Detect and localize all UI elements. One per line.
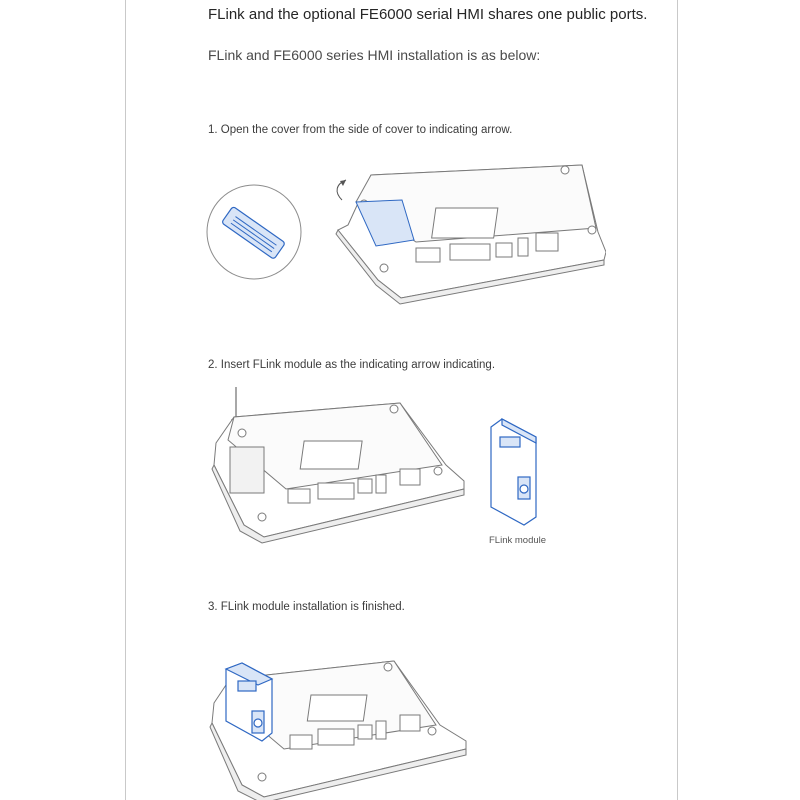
figure-2-caption: FLink module bbox=[489, 535, 547, 546]
figure-step-3 bbox=[209, 660, 467, 800]
cover-zoom-detail bbox=[206, 184, 302, 280]
figure-step-2 bbox=[211, 387, 537, 544]
step-1-text: 1. Open the cover from the side of cover… bbox=[208, 124, 513, 136]
intro-line-2: FLink and FE6000 series HMI installation… bbox=[208, 47, 541, 63]
hmi-panel bbox=[335, 164, 606, 305]
step-2-text: 2. Insert FLink module as the indicating… bbox=[208, 359, 496, 371]
flink-module-drawing bbox=[490, 418, 537, 526]
intro-line-1: FLink and the optional FE6000 serial HMI… bbox=[208, 6, 648, 23]
step-3-text: 3. FLink module installation is finished… bbox=[208, 601, 405, 613]
hmi-panel bbox=[211, 402, 465, 544]
figure-step-1 bbox=[206, 164, 606, 305]
document-page: FLink and the optional FE6000 serial HMI… bbox=[125, 0, 678, 800]
